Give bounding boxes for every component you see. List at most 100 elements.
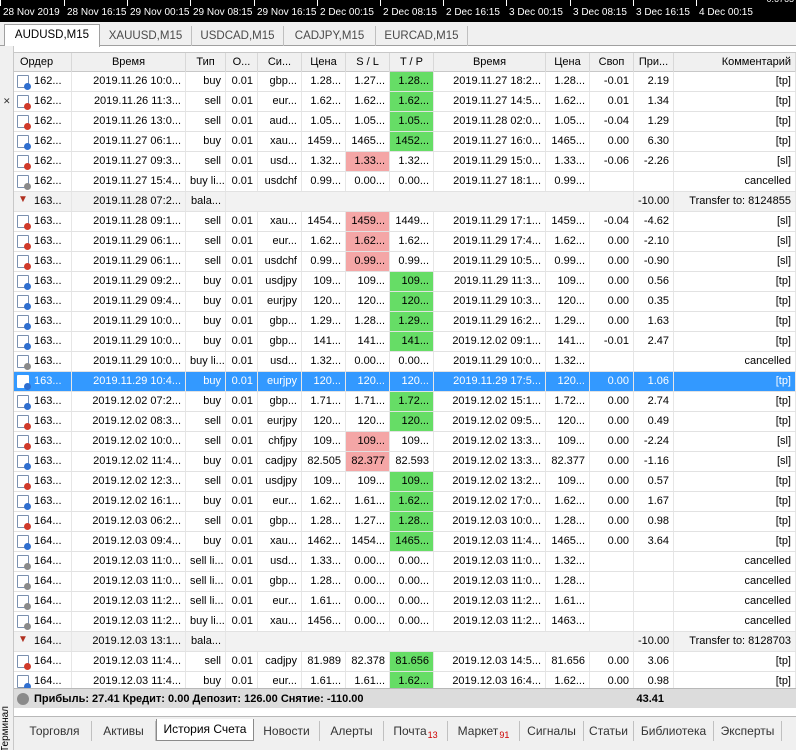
column-header-open-price[interactable]: Цена	[302, 53, 346, 72]
table-row[interactable]: 163... 2019.11.29 10:4... buy 0.01 eurjpy 120…	[14, 372, 796, 392]
table-row[interactable]: 162... 2019.11.27 06:1... buy 0.01 xau... 145…	[14, 132, 796, 152]
cell-open-price: 1.71...	[302, 392, 346, 411]
table-row[interactable]: 164... 2019.12.03 11:2... buy li... 0.01 xau…	[14, 612, 796, 632]
table-row[interactable]: 164... 2019.12.03 11:0... sell li... 0.01 gb…	[14, 572, 796, 592]
cell-close-price: 1.61...	[546, 592, 590, 611]
table-row[interactable]: 164... 2019.12.03 09:4... buy 0.01 xau... 146…	[14, 532, 796, 552]
cell-stop-loss: 0.00...	[346, 592, 390, 611]
cell-close-time: 2019.11.27 18:2...	[434, 72, 546, 91]
column-header-comment[interactable]: Комментарий	[674, 53, 796, 72]
table-row[interactable]: 163... 2019.12.02 10:0... sell 0.01 chfjpy 10…	[14, 432, 796, 452]
cell-close-price: 1.28...	[546, 572, 590, 591]
chart-tab-usdcad[interactable]: USDCAD,M15	[192, 26, 284, 46]
tab-alerts[interactable]: Алерты	[320, 721, 384, 741]
cell-close-time: 2019.12.02 13:3...	[434, 432, 546, 451]
cell-close-time: 2019.11.29 11:3...	[434, 272, 546, 291]
cell-symbol: usd...	[258, 352, 302, 371]
cell-open-time: 2019.12.03 11:4...	[72, 652, 186, 671]
table-row[interactable]: 164... 2019.12.03 11:0... sell li... 0.01 us…	[14, 552, 796, 572]
tab-articles[interactable]: Статьи	[584, 721, 634, 741]
table-row[interactable]: 162... 2019.11.27 09:3... sell 0.01 usd... 1.…	[14, 152, 796, 172]
chart-tab-xauusd[interactable]: XAUUSD,M15	[100, 26, 192, 46]
cell-open-price: 1462...	[302, 532, 346, 551]
table-row[interactable]: 162... 2019.11.26 11:3... sell 0.01 eur... 1.…	[14, 92, 796, 112]
chart-tab-eurcad[interactable]: EURCAD,M15	[376, 26, 468, 46]
cell-close-price: 1.05...	[546, 112, 590, 131]
cell-close-price: 1.32...	[546, 552, 590, 571]
table-row[interactable]: 163... 2019.12.02 07:2... buy 0.01 gbp... 1.7…	[14, 392, 796, 412]
column-header-take-profit[interactable]: T / P	[390, 53, 434, 72]
tab-news[interactable]: Новости	[254, 721, 320, 741]
cell-volume: 0.01	[226, 152, 258, 171]
table-row[interactable]: 164... 2019.12.03 11:2... sell li... 0.01 eu…	[14, 592, 796, 612]
tab-mailbox[interactable]: Почта13	[384, 721, 448, 741]
column-header-open-time[interactable]: Время	[72, 53, 186, 72]
cell-symbol: eurjpy	[258, 292, 302, 311]
column-header-profit[interactable]: При...	[634, 53, 674, 72]
table-row[interactable]: 163... 2019.11.29 09:4... buy 0.01 eurjpy 120…	[14, 292, 796, 312]
cell-take-profit: 1.28...	[390, 72, 434, 91]
table-row[interactable]: 162... 2019.11.26 13:0... sell 0.01 aud... 1.…	[14, 112, 796, 132]
chart-tab-audusd[interactable]: AUDUSD,M15	[4, 24, 100, 47]
table-row[interactable]: 163...2019.11.28 07:2...bala... -10.00Tra…	[14, 192, 796, 212]
column-header-close-price[interactable]: Цена	[546, 53, 590, 72]
table-row[interactable]: 164...2019.12.03 13:1...bala... -10.00Tra…	[14, 632, 796, 652]
column-header-swap[interactable]: Своп	[590, 53, 634, 72]
table-row[interactable]: 163... 2019.11.29 09:2... buy 0.01 usdjpy 109…	[14, 272, 796, 292]
cell-close-price: 1.32...	[546, 352, 590, 371]
chart-tab-cadjpy[interactable]: CADJPY,M15	[284, 26, 376, 46]
cell-open-price: 0.99...	[302, 252, 346, 271]
tab-label: История Счета	[163, 722, 247, 736]
table-row[interactable]: 163... 2019.12.02 16:1... buy 0.01 eur... 1.6…	[14, 492, 796, 512]
tab-assets[interactable]: Активы	[92, 721, 156, 741]
cell-volume: 0.01	[226, 232, 258, 251]
table-row[interactable]: 163... 2019.11.29 10:0... buy 0.01 gbp... 141…	[14, 332, 796, 352]
cell-profit: -1.16	[634, 452, 674, 471]
cell-swap	[590, 552, 634, 571]
close-icon[interactable]: ✕	[3, 96, 11, 107]
cell-order: 162...	[14, 132, 72, 151]
cell-volume: 0.01	[226, 492, 258, 511]
tab-market[interactable]: Маркет91	[448, 721, 520, 741]
tab-experts[interactable]: Эксперты	[714, 721, 782, 741]
cell-symbol: gbp...	[258, 312, 302, 331]
table-row[interactable]: 163... 2019.12.02 11:4... buy 0.01 cadjpy 82.…	[14, 452, 796, 472]
table-row[interactable]: 162... 2019.11.26 10:0... buy 0.01 gbp... 1.2…	[14, 72, 796, 92]
table-row[interactable]: 163... 2019.11.29 10:0... buy li... 0.01 usd…	[14, 352, 796, 372]
cell-type: buy	[186, 132, 226, 151]
table-row[interactable]: 163... 2019.11.29 10:0... buy 0.01 gbp... 1.2…	[14, 312, 796, 332]
cell-comment: [tp]	[674, 72, 796, 91]
tab-library[interactable]: Библиотека	[634, 721, 714, 741]
cell-profit: 2.19	[634, 72, 674, 91]
table-row[interactable]: 164... 2019.12.03 06:2... sell 0.01 gbp... 1.…	[14, 512, 796, 532]
table-row[interactable]: 163... 2019.12.02 08:3... sell 0.01 eurjpy 12…	[14, 412, 796, 432]
column-header-type[interactable]: Тип	[186, 53, 226, 72]
cell-swap	[590, 612, 634, 631]
table-row[interactable]: 163... 2019.11.29 06:1... sell 0.01 usdchf 0.…	[14, 252, 796, 272]
cell-type: buy	[186, 492, 226, 511]
cell-open-time: 2019.12.03 11:0...	[72, 572, 186, 591]
table-row[interactable]: 163... 2019.12.02 12:3... sell 0.01 usdjpy 10…	[14, 472, 796, 492]
column-header-volume[interactable]: О...	[226, 53, 258, 72]
table-row[interactable]: 162... 2019.11.27 15:4... buy li... 0.01 usd…	[14, 172, 796, 192]
table-row[interactable]: 163... 2019.11.28 09:1... sell 0.01 xau... 14…	[14, 212, 796, 232]
tab-account-history[interactable]: История Счета	[156, 719, 254, 741]
column-header-close-time[interactable]: Время	[434, 53, 546, 72]
cell-symbol: eur...	[258, 232, 302, 251]
cell-order: 164...	[14, 652, 72, 671]
time-tick: 29 Nov 00:15	[127, 0, 190, 22]
column-header-order[interactable]: Ордер	[14, 53, 72, 72]
cell-profit: 1.63	[634, 312, 674, 331]
tab-signals[interactable]: Сигналы	[520, 721, 584, 741]
table-row[interactable]: 164... 2019.12.03 11:4... sell 0.01 cadjpy 81…	[14, 652, 796, 672]
cell-comment: [tp]	[674, 512, 796, 531]
column-header-symbol[interactable]: Си...	[258, 53, 302, 72]
cell-type: sell	[186, 412, 226, 431]
table-row[interactable]: 163... 2019.11.29 06:1... sell 0.01 eur... 1.…	[14, 232, 796, 252]
cell-order: 163...	[14, 212, 72, 231]
cell-open-time: 2019.12.02 07:2...	[72, 392, 186, 411]
column-header-stop-loss[interactable]: S / L	[346, 53, 390, 72]
cell-open-time: 2019.12.03 09:4...	[72, 532, 186, 551]
cell-take-profit: 120...	[390, 292, 434, 311]
tab-trade[interactable]: Торговля	[18, 721, 92, 741]
